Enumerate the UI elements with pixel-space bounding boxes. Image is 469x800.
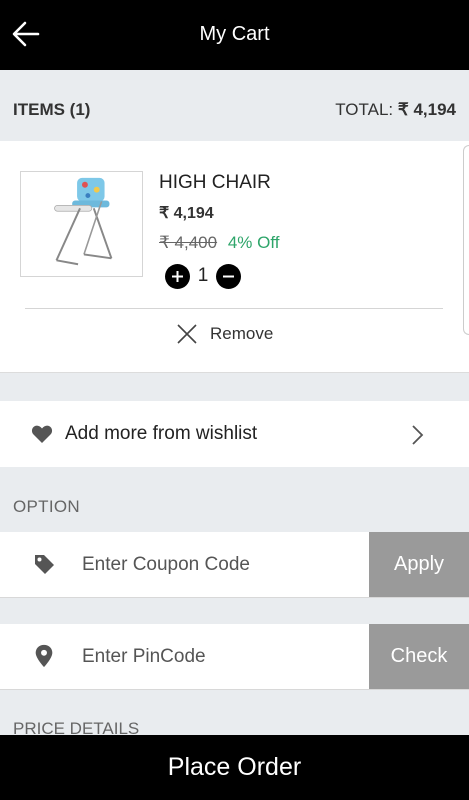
heart-icon <box>31 425 53 443</box>
remove-item-button[interactable]: Remove <box>176 323 273 345</box>
cart-item-card: HIGH CHAIR ₹ 4,194 ₹ 4,400 4% Off 1 Remo… <box>0 141 469 373</box>
option-section-title: OPTION <box>13 497 80 516</box>
page-title: My Cart <box>199 23 270 45</box>
place-order-button[interactable]: Place Order <box>0 735 469 800</box>
decrease-quantity-button[interactable] <box>216 263 241 289</box>
location-pin-icon <box>35 644 53 668</box>
cart-total: TOTAL: ₹ 4,194 <box>335 100 456 120</box>
increase-quantity-button[interactable] <box>165 263 190 289</box>
close-icon <box>177 324 197 344</box>
item-divider <box>25 308 443 309</box>
next-card-edge <box>463 145 469 335</box>
plus-icon <box>172 270 183 282</box>
original-price: ₹ 4,400 <box>159 233 218 252</box>
items-count: ITEMS (1) <box>13 100 91 119</box>
remove-label: Remove <box>210 324 274 343</box>
pincode-row: Check <box>0 624 469 690</box>
product-image[interactable] <box>20 171 143 277</box>
quantity-stepper: 1 <box>165 263 241 289</box>
product-name[interactable]: HIGH CHAIR <box>159 172 271 194</box>
coupon-code-input[interactable] <box>82 532 364 598</box>
chevron-right-icon <box>412 425 424 445</box>
pincode-input[interactable] <box>82 624 364 690</box>
discount-badge: 4% Off <box>227 233 280 252</box>
minus-icon <box>223 275 234 277</box>
product-price: ₹ 4,194 <box>159 205 214 222</box>
check-pincode-button[interactable]: Check <box>369 624 469 689</box>
apply-coupon-button[interactable]: Apply <box>369 532 469 597</box>
cart-summary-bar: ITEMS (1) TOTAL: ₹ 4,194 <box>0 70 469 141</box>
total-value: ₹ 4,194 <box>397 100 456 119</box>
quantity-value: 1 <box>197 265 209 286</box>
wishlist-label: Add more from wishlist <box>65 423 258 444</box>
app-header: My Cart <box>0 0 469 70</box>
price-compare: ₹ 4,400 4% Off <box>159 233 279 253</box>
tag-icon <box>35 555 54 574</box>
coupon-row: Apply <box>0 532 469 598</box>
add-from-wishlist-row[interactable]: Add more from wishlist <box>0 401 469 467</box>
total-label: TOTAL: <box>335 100 394 119</box>
high-chair-image <box>54 177 113 266</box>
